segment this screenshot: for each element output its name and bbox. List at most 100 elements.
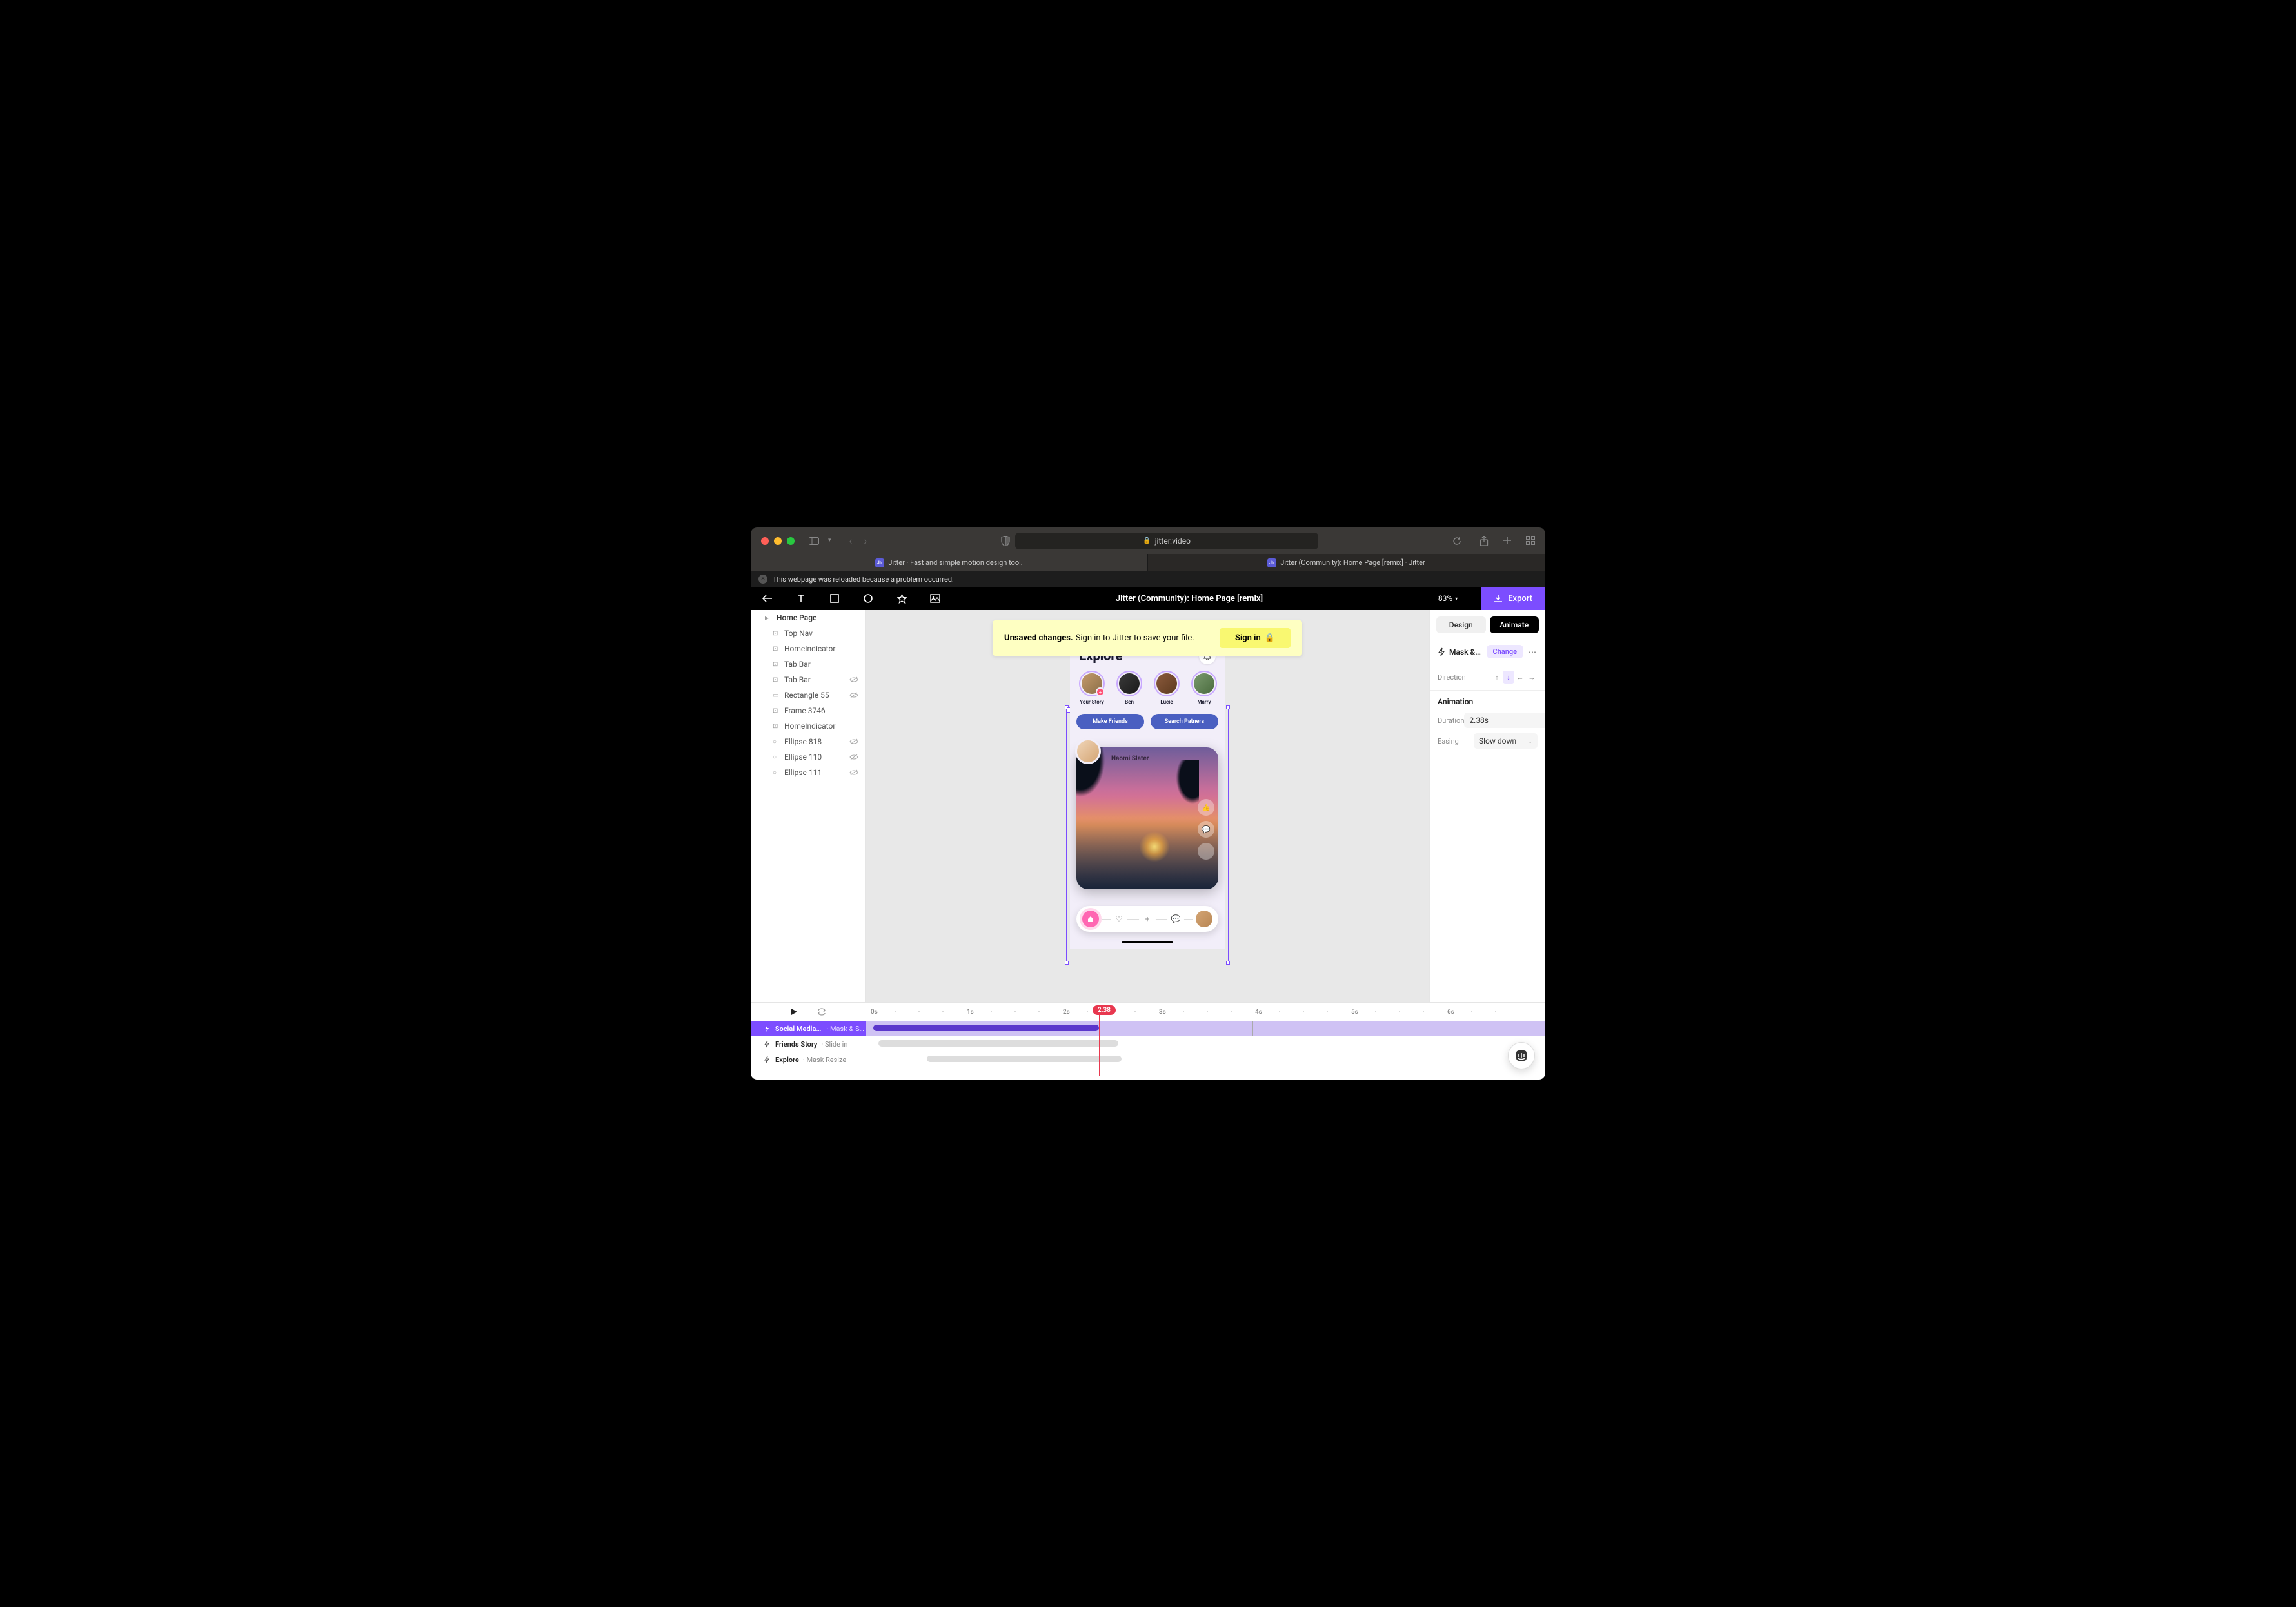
easing-select[interactable]: Slow down ⌄ [1474, 733, 1538, 749]
ellipse-icon: ○ [773, 769, 779, 776]
story-label: Ben [1125, 699, 1134, 705]
animate-tab[interactable]: Animate [1490, 616, 1539, 633]
more-options-icon[interactable]: ⋯ [1527, 647, 1538, 656]
search-partners-button: Search Patners [1151, 714, 1218, 729]
layer-frame-3746[interactable]: ⊡ Frame 3746 [751, 703, 865, 718]
close-message-icon[interactable]: ✕ [758, 575, 767, 584]
hidden-icon[interactable] [849, 691, 858, 699]
rectangle-tool-icon[interactable] [829, 593, 840, 604]
direction-down[interactable]: ↓ [1503, 671, 1514, 684]
story-label: Your Story [1080, 699, 1103, 705]
layer-rectangle-55[interactable]: ▭ Rectangle 55 [751, 687, 865, 703]
easing-value: Slow down [1479, 736, 1516, 745]
export-label: Export [1508, 594, 1532, 604]
layer-ellipse-818[interactable]: ○ Ellipse 818 [751, 734, 865, 749]
keyframe-bar[interactable] [873, 1025, 1099, 1031]
ellipse-tool-icon[interactable] [863, 593, 873, 604]
star-tool-icon[interactable] [896, 593, 907, 604]
frame-icon: ▸ [765, 613, 771, 622]
layer-top-nav[interactable]: ⊡ Top Nav [751, 626, 865, 641]
like-icon: 👍 [1198, 799, 1214, 816]
reload-message-bar: ✕ This webpage was reloaded because a pr… [751, 571, 1545, 587]
tab-title: Jitter · Fast and simple motion design t… [888, 558, 1022, 567]
reload-icon[interactable] [1452, 537, 1461, 546]
comment-icon: 💬 [1198, 821, 1214, 838]
privacy-shield-icon[interactable] [1001, 536, 1010, 546]
canvas[interactable]: Unsaved changes. Sign in to Jitter to sa… [866, 610, 1429, 1002]
back-icon[interactable]: ‹ [849, 535, 853, 547]
layer-name: Rectangle 55 [784, 691, 829, 700]
hidden-icon[interactable] [849, 676, 858, 684]
layer-home-indicator[interactable]: ⊡ HomeIndicator [751, 641, 865, 656]
timeline-track-social-media[interactable]: Social Media … · Mask & Sl… [751, 1021, 1545, 1036]
banner-text: Sign in to Jitter to save your file. [1076, 633, 1194, 643]
timeline-track-friends-story[interactable]: Friends Story · Slide in [751, 1036, 1545, 1052]
sign-in-button[interactable]: Sign in 🔒 [1220, 628, 1291, 648]
frame-icon: ⊡ [773, 676, 779, 684]
layer-name: Ellipse 111 [784, 768, 822, 777]
lightning-icon [764, 1040, 771, 1048]
easing-label: Easing [1438, 737, 1474, 745]
home-tab-icon [1082, 911, 1099, 927]
layer-name: Ellipse 110 [784, 753, 822, 762]
layer-name: Frame 3746 [784, 706, 826, 715]
layer-tab-bar-hidden[interactable]: ⊡ Tab Bar [751, 672, 865, 687]
favicon-icon: Jtr [875, 558, 884, 567]
favicon-icon: Jtr [1267, 558, 1276, 567]
hidden-icon[interactable] [849, 738, 858, 745]
text-tool-icon[interactable] [796, 593, 806, 604]
url-text: jitter.video [1155, 537, 1191, 546]
layer-home-page[interactable]: ▸ Home Page [751, 610, 865, 626]
browser-tab-2[interactable]: Jtr Jitter (Community): Home Page [remix… [1148, 554, 1545, 571]
intercom-chat-button[interactable] [1508, 1042, 1535, 1069]
inspector-panel: Design Animate Mask & Slid… Change ⋯ Dir… [1429, 610, 1545, 1002]
tabs-overview-icon[interactable] [1526, 536, 1535, 546]
share-icon[interactable] [1480, 536, 1489, 546]
timeline-ruler[interactable]: 0s 1s 2s 3s 4s 5s [866, 1003, 1545, 1021]
new-tab-icon[interactable] [1503, 536, 1512, 546]
export-button[interactable]: Export [1481, 587, 1545, 610]
chevron-down-icon[interactable]: ▾ [828, 537, 831, 545]
timeline-track-explore[interactable]: Explore · Mask Resize [751, 1052, 1545, 1067]
close-window-button[interactable] [761, 537, 769, 545]
ruler-tick: 0s [871, 1009, 878, 1016]
post-card: Naomi Slater 👍 💬 [1076, 747, 1218, 889]
direction-up[interactable]: ↑ [1491, 671, 1503, 684]
layer-ellipse-110[interactable]: ○ Ellipse 110 [751, 749, 865, 765]
ellipse-icon: ○ [773, 754, 779, 761]
keyframe-bar[interactable] [878, 1040, 1118, 1047]
app-back-button[interactable] [762, 593, 773, 604]
design-tab[interactable]: Design [1436, 616, 1486, 633]
layer-home-indicator-2[interactable]: ⊡ HomeIndicator [751, 718, 865, 734]
timeline-panel: 0s 1s 2s 3s 4s 5s [751, 1002, 1545, 1080]
direction-label: Direction [1438, 673, 1491, 682]
zoom-control[interactable]: 83% ▾ [1438, 594, 1458, 603]
change-preset-button[interactable]: Change [1487, 645, 1523, 658]
layer-tab-bar[interactable]: ⊡ Tab Bar [751, 656, 865, 672]
chat-tab-icon: 💬 [1167, 911, 1184, 927]
address-bar[interactable]: 🔒 jitter.video [1015, 533, 1318, 549]
playhead[interactable]: 2.38 [1093, 1005, 1116, 1015]
play-button[interactable] [791, 1008, 798, 1016]
maximize-window-button[interactable] [787, 537, 795, 545]
layer-name: Tab Bar [784, 675, 811, 684]
hidden-icon[interactable] [849, 753, 858, 761]
keyframe-bar[interactable] [927, 1056, 1122, 1062]
loop-button[interactable] [817, 1008, 826, 1016]
sidebar-icon[interactable] [809, 537, 819, 545]
forward-icon[interactable]: › [864, 535, 867, 547]
safari-window: ▾ ‹ › 🔒 jitter.video [751, 527, 1545, 1080]
direction-right[interactable]: → [1526, 671, 1538, 684]
track-anim: Mask Resize [806, 1056, 846, 1064]
browser-tab-1[interactable]: Jtr Jitter · Fast and simple motion desi… [751, 554, 1148, 571]
minimize-window-button[interactable] [774, 537, 782, 545]
frame-icon: ⊡ [773, 707, 779, 715]
hidden-icon[interactable] [849, 769, 858, 776]
direction-left[interactable]: ← [1514, 671, 1526, 684]
layer-ellipse-111[interactable]: ○ Ellipse 111 [751, 765, 865, 780]
image-tool-icon[interactable] [930, 593, 940, 604]
ellipse-icon: ○ [773, 738, 779, 745]
app-toolbar: Jitter (Community): Home Page [remix] 83… [751, 587, 1545, 610]
duration-input[interactable] [1464, 713, 1545, 728]
track-anim: Mask & Sl… [830, 1025, 866, 1033]
